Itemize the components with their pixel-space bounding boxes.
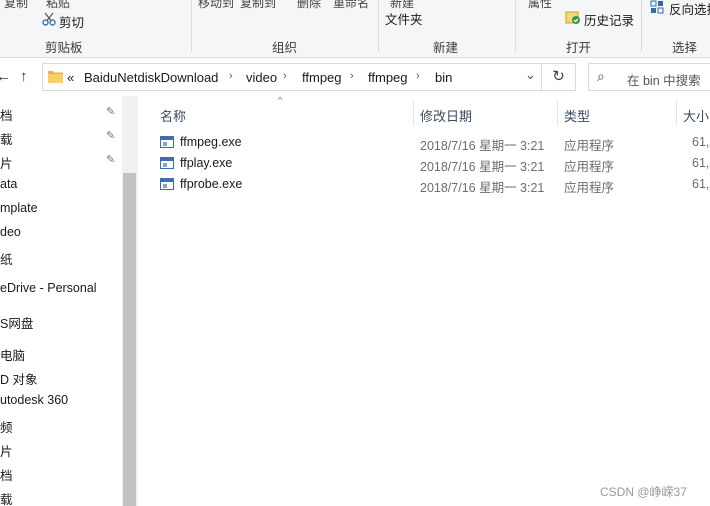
nav-item-downloads-2[interactable]: 载 (0, 489, 13, 506)
scissors-icon (42, 12, 56, 26)
group-label-clipboard: 剪贴板 (45, 41, 83, 55)
sort-ascending-icon: ^ (278, 95, 283, 105)
copy-to-button[interactable]: 复制到 (240, 0, 276, 11)
back-button[interactable]: ← (0, 68, 11, 85)
breadcrumb-item[interactable]: ffmpeg (302, 70, 342, 85)
group-label-select: 选择 (672, 41, 698, 55)
file-type: 应用程序 (564, 181, 615, 195)
file-date: 2018/7/16 星期一 3:21 (420, 160, 545, 174)
breadcrumb-overflow[interactable]: « (67, 70, 74, 85)
nav-item-pictures[interactable]: 片 (0, 153, 13, 172)
file-type: 应用程序 (564, 139, 615, 153)
invert-selection-button[interactable]: 反向选择 (669, 0, 710, 18)
file-name: ffprobe.exe (180, 177, 243, 191)
navigation-pane: 档 ✎ 载 ✎ 片 ✎ ata mplate deo 纸 eDrive - Pe… (0, 96, 122, 506)
file-name: ffplay.exe (180, 156, 233, 170)
file-size: 61, (692, 156, 710, 170)
file-list: ^ 名称 修改日期 类型 大小 ffmpeg.exe 2018/7/16 星期一… (138, 95, 710, 506)
nav-item-wallpaper[interactable]: 纸 (0, 249, 13, 268)
breadcrumb-item-current[interactable]: bin (435, 70, 452, 85)
properties-button[interactable]: 属性 (528, 0, 552, 11)
nav-item-videos[interactable]: 频 (0, 417, 13, 436)
breadcrumb-item[interactable]: BaiduNetdiskDownload (84, 70, 218, 85)
group-label-open: 打开 (566, 41, 592, 55)
watermark: CSDN @峥嵘37 (600, 485, 687, 499)
breadcrumb-item[interactable]: video (246, 70, 277, 85)
new-folder-button[interactable]: 文件夹 (385, 9, 423, 28)
file-size: 61, (692, 135, 710, 149)
nav-item-this-pc[interactable]: 电脑 (0, 345, 25, 364)
nav-item-video[interactable]: deo (0, 225, 21, 239)
group-label-new: 新建 (433, 41, 459, 55)
scrollbar-thumb[interactable] (123, 173, 136, 506)
application-icon (160, 157, 174, 169)
ribbon-separator (515, 0, 516, 52)
column-header-size[interactable]: 大小 (683, 106, 709, 125)
pin-icon[interactable]: ✎ (106, 153, 115, 166)
breadcrumb-item[interactable]: ffmpeg (368, 70, 408, 85)
search-placeholder: 在 bin 中搜索 (627, 74, 701, 88)
ribbon-separator (191, 0, 192, 52)
nav-item-downloads[interactable]: 载 (0, 129, 13, 148)
nav-scrollbar[interactable] (122, 96, 138, 506)
history-icon (565, 11, 580, 24)
nav-item-documents[interactable]: 档 (0, 105, 13, 124)
application-icon (160, 178, 174, 190)
file-row[interactable]: ffplay.exe 2018/7/16 星期一 3:21 应用程序 61, (138, 154, 710, 175)
nav-item-template[interactable]: mplate (0, 201, 38, 215)
file-type: 应用程序 (564, 160, 615, 174)
group-label-organize: 组织 (272, 41, 298, 55)
pin-icon[interactable]: ✎ (106, 105, 115, 118)
chevron-right-icon[interactable]: › (416, 70, 420, 82)
column-header-date[interactable]: 修改日期 (420, 106, 472, 125)
nav-item-onedrive[interactable]: eDrive - Personal (0, 281, 97, 295)
search-input[interactable]: ⌕ 在 bin 中搜索 (588, 63, 710, 91)
ribbon-separator (641, 0, 642, 52)
paste-button[interactable]: 粘贴 (46, 0, 70, 11)
nav-item-3d-objects[interactable]: D 对象 (0, 369, 38, 388)
folder-icon (48, 71, 63, 83)
column-divider[interactable] (557, 100, 558, 126)
search-icon: ⌕ (597, 68, 605, 84)
ribbon: 复制 粘贴 移动到 复制到 删除 重命名 新建 属性 剪切 文件夹 历史记录 反… (0, 0, 710, 58)
history-button[interactable]: 历史记录 (584, 10, 634, 29)
refresh-button[interactable]: ↻ (542, 63, 576, 91)
nav-item-wps-drive[interactable]: S网盘 (0, 313, 33, 332)
nav-item-documents-2[interactable]: 档 (0, 465, 13, 484)
file-date: 2018/7/16 星期一 3:21 (420, 181, 545, 195)
column-header-name[interactable]: 名称 (160, 106, 186, 125)
delete-button[interactable]: 删除 (297, 0, 321, 11)
column-header-type[interactable]: 类型 (564, 106, 590, 125)
address-bar[interactable]: « BaiduNetdiskDownload › video › ffmpeg … (42, 63, 542, 91)
nav-item-autodesk-360[interactable]: utodesk 360 (0, 393, 68, 407)
column-divider[interactable] (676, 100, 677, 126)
ribbon-separator (378, 0, 379, 52)
chevron-right-icon[interactable]: › (283, 70, 287, 82)
column-divider[interactable] (413, 100, 414, 126)
invert-selection-icon (650, 0, 664, 14)
file-name: ffmpeg.exe (180, 135, 242, 149)
address-row: ← ↑ « BaiduNetdiskDownload › video › ffm… (0, 58, 710, 96)
copy-button[interactable]: 复制 (4, 0, 28, 11)
chevron-right-icon[interactable]: › (229, 70, 233, 82)
nav-item-data[interactable]: ata (0, 177, 17, 191)
nav-item-pictures-2[interactable]: 片 (0, 441, 13, 460)
file-row[interactable]: ffprobe.exe 2018/7/16 星期一 3:21 应用程序 61, (138, 175, 710, 196)
cut-button[interactable]: 剪切 (59, 12, 84, 31)
file-date: 2018/7/16 星期一 3:21 (420, 139, 545, 153)
rename-button[interactable]: 重命名 (333, 0, 369, 11)
file-row[interactable]: ffmpeg.exe 2018/7/16 星期一 3:21 应用程序 61, (138, 133, 710, 154)
chevron-right-icon[interactable]: › (350, 70, 354, 82)
move-to-button[interactable]: 移动到 (198, 0, 234, 11)
application-icon (160, 136, 174, 148)
file-size: 61, (692, 177, 710, 191)
chevron-down-icon[interactable]: ⌄ (525, 67, 536, 83)
pin-icon[interactable]: ✎ (106, 129, 115, 142)
up-button[interactable]: ↑ (20, 68, 28, 85)
